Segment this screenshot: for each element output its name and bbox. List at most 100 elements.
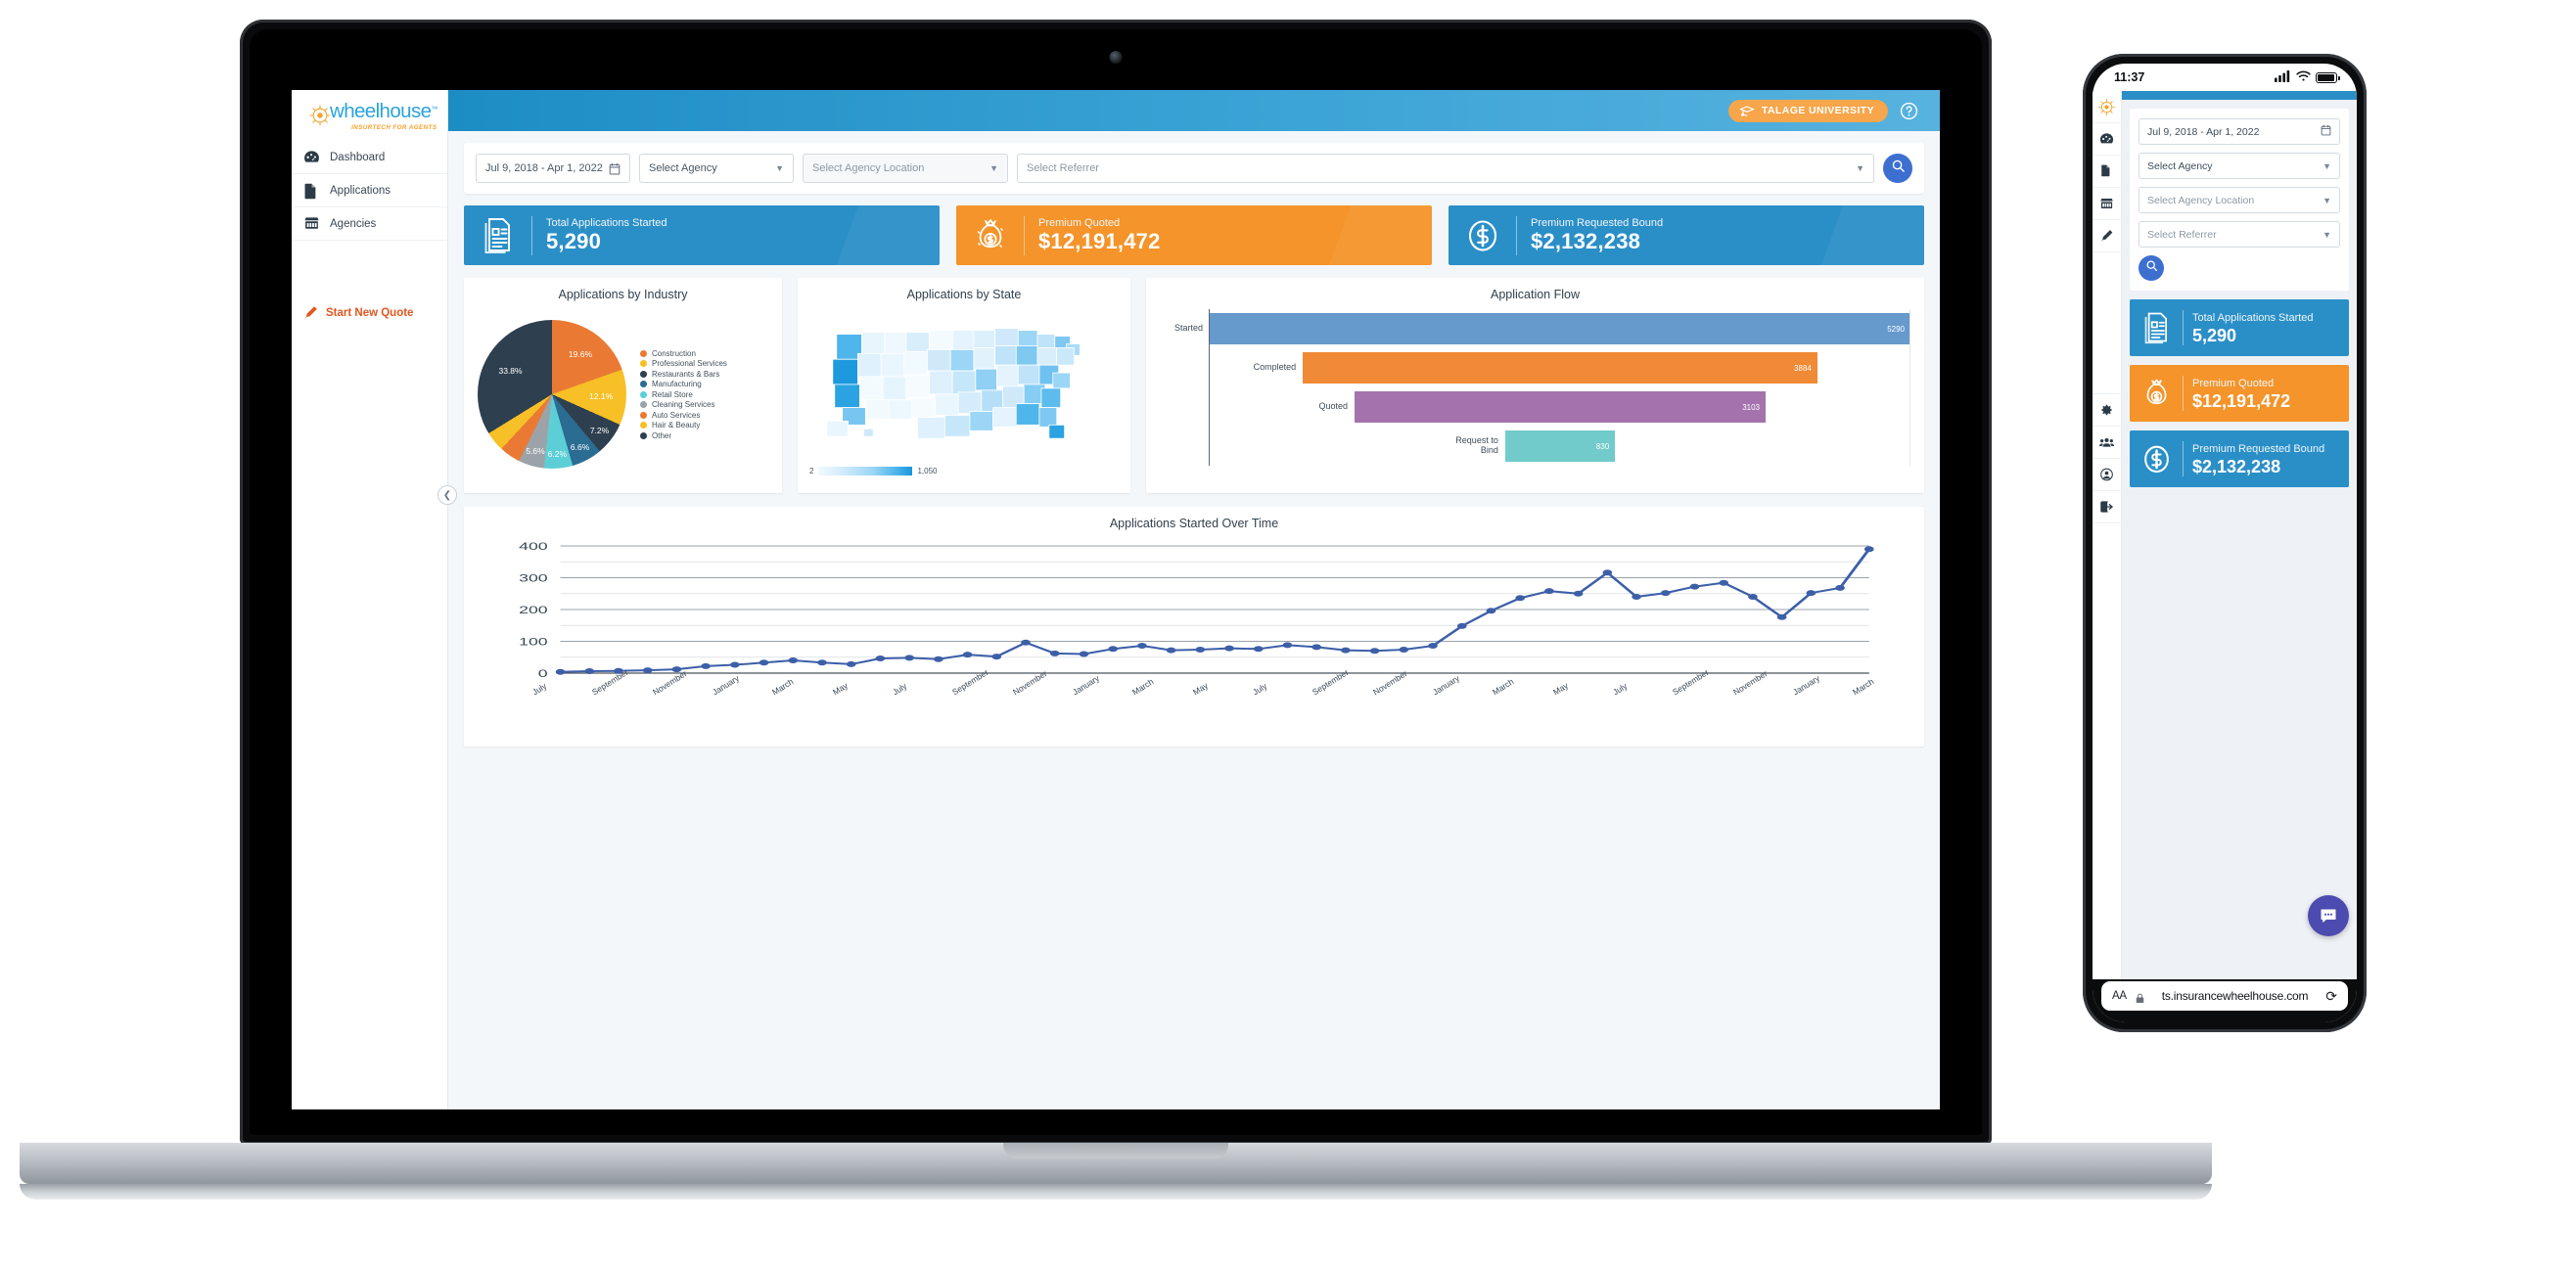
search-button[interactable]: [1883, 154, 1912, 183]
documents-icon[interactable]: [2093, 156, 2122, 188]
kpi-card-total-applications[interactable]: Total Applications Started 5,290: [464, 205, 940, 265]
line-chart[interactable]: 0 100 200 300 400: [482, 540, 1901, 687]
line-data-point[interactable]: [1195, 646, 1206, 653]
funnel-bar[interactable]: Started 5290: [1174, 313, 1910, 344]
line-data-point[interactable]: [1049, 650, 1060, 656]
line-data-point[interactable]: [991, 654, 1002, 660]
legend-item[interactable]: Professional Services: [640, 359, 727, 368]
line-data-point[interactable]: [1660, 590, 1671, 597]
line-data-point[interactable]: [584, 668, 595, 675]
line-data-point[interactable]: [1079, 651, 1089, 657]
agency-location-select[interactable]: Select Agency Location ▼: [803, 154, 1008, 183]
legend-item[interactable]: Hair & Beauty: [640, 421, 727, 430]
start-new-quote-button[interactable]: Start New Quote: [292, 295, 447, 330]
kpi-card-premium-bound[interactable]: Premium Requested Bound $2,132,238: [1449, 205, 1924, 265]
line-data-point[interactable]: [817, 659, 827, 666]
line-data-point[interactable]: [1515, 595, 1526, 602]
calendar-icon: [2321, 124, 2331, 139]
kpi-value: $12,191,472: [1038, 228, 1161, 253]
funnel-bar[interactable]: Quoted 3103: [1318, 391, 1766, 423]
account-icon[interactable]: [2093, 459, 2122, 491]
text-size-button[interactable]: AA: [2112, 990, 2127, 1002]
line-data-point[interactable]: [1863, 546, 1874, 553]
sidebar-item-agencies[interactable]: Agencies: [292, 207, 447, 241]
date-range-input[interactable]: Jul 9, 2018 - Apr 1, 2022: [476, 154, 630, 183]
kpi-card-premium-quoted[interactable]: Premium Quoted $12,191,472: [956, 205, 1432, 265]
gauge-icon[interactable]: [2093, 123, 2122, 156]
referrer-select[interactable]: Select Referrer ▼: [1017, 154, 1874, 183]
legend-item[interactable]: Other: [640, 431, 727, 440]
reload-icon[interactable]: ⟳: [2325, 988, 2337, 1005]
us-choropleth-map[interactable]: [807, 305, 1121, 450]
sidebar-collapse-button[interactable]: ❮: [437, 485, 457, 505]
phone-referrer-select[interactable]: Select Referrer ▼: [2139, 221, 2340, 248]
agency-select[interactable]: Select Agency ▼: [639, 154, 794, 183]
legend-item[interactable]: Manufacturing: [640, 380, 727, 388]
line-data-point[interactable]: [934, 656, 943, 662]
line-data-point[interactable]: [1341, 647, 1351, 654]
line-data-point[interactable]: [1137, 643, 1147, 650]
line-data-point[interactable]: [1748, 594, 1758, 600]
legend-item[interactable]: Auto Services: [640, 411, 727, 420]
line-data-point[interactable]: [1776, 613, 1787, 620]
line-data-point[interactable]: [1311, 644, 1322, 651]
line-data-point[interactable]: [904, 655, 914, 661]
phone-url-pill[interactable]: AA ts.insurancewheelhouse.com ⟳: [2101, 981, 2348, 1011]
line-data-point[interactable]: [1282, 642, 1293, 649]
line-data-point[interactable]: [642, 667, 653, 674]
line-data-point[interactable]: [1108, 646, 1118, 653]
line-data-point[interactable]: [1456, 622, 1467, 629]
pie-chart[interactable]: 19.6% 12.1% 7.2% 6.6% 6.2% 5.6% 33.8%: [478, 320, 626, 469]
line-data-point[interactable]: [730, 661, 740, 668]
sidebar-item-applications[interactable]: Applications: [292, 174, 447, 207]
wheel-logo-icon[interactable]: [2093, 91, 2122, 123]
phone-kpi-total-applications[interactable]: Total Applications Started 5,290: [2130, 299, 2349, 356]
sidebar-item-dashboard[interactable]: Dashboard: [292, 141, 447, 174]
pencil-icon[interactable]: [2093, 220, 2122, 252]
help-circle-icon[interactable]: [1900, 102, 1918, 120]
line-data-point[interactable]: [1719, 579, 1729, 586]
logout-icon[interactable]: [2093, 491, 2122, 523]
line-data-point[interactable]: [1369, 648, 1380, 655]
storefront-icon[interactable]: [2093, 188, 2122, 220]
line-data-point[interactable]: [1689, 583, 1700, 590]
line-data-point[interactable]: [1835, 584, 1845, 591]
line-data-point[interactable]: [1573, 590, 1584, 597]
line-data-point[interactable]: [701, 662, 711, 669]
phone-date-range-input[interactable]: Jul 9, 2018 - Apr 1, 2022: [2139, 118, 2340, 145]
line-data-point[interactable]: [875, 656, 886, 662]
phone-kpi-premium-quoted[interactable]: Premium Quoted $12,191,472: [2130, 365, 2349, 422]
line-data-point[interactable]: [788, 657, 799, 663]
line-data-point[interactable]: [1224, 645, 1234, 652]
line-data-point[interactable]: [1021, 639, 1031, 646]
line-data-point[interactable]: [759, 659, 769, 666]
line-data-point[interactable]: [1602, 569, 1613, 576]
line-data-point[interactable]: [1632, 594, 1641, 600]
legend-item[interactable]: Restaurants & Bars: [640, 370, 727, 379]
line-data-point[interactable]: [1166, 647, 1176, 654]
phone-agency-select[interactable]: Select Agency ▼: [2139, 153, 2340, 179]
funnel-bar[interactable]: Request to Bind 830: [1455, 430, 1616, 462]
funnel-bar[interactable]: Completed 3884: [1254, 352, 1817, 384]
brand-logo[interactable]: wheelhouse™ INSURTECH FOR AGENTS: [292, 90, 447, 141]
line-data-point[interactable]: [1428, 643, 1438, 650]
line-data-point[interactable]: [1399, 646, 1409, 653]
phone-agency-location-select[interactable]: Select Agency Location ▼: [2139, 187, 2340, 213]
funnel-chart[interactable]: Started 5290 Completed 3884 Quoted 3103 Reques…: [1174, 309, 1910, 466]
gear-icon[interactable]: [2093, 394, 2122, 427]
line-data-point[interactable]: [1253, 646, 1264, 653]
users-icon[interactable]: [2093, 427, 2122, 459]
phone-search-button[interactable]: [2139, 255, 2164, 281]
line-data-point[interactable]: [846, 660, 856, 667]
talage-university-button[interactable]: TALAGE UNIVERSITY: [1727, 99, 1888, 122]
line-data-point[interactable]: [1544, 588, 1554, 595]
legend-item[interactable]: Retail Store: [640, 390, 727, 399]
line-data-point[interactable]: [962, 652, 973, 658]
line-data-point[interactable]: [1486, 608, 1496, 614]
legend-item[interactable]: Construction: [640, 349, 727, 358]
line-data-point[interactable]: [555, 668, 566, 675]
chat-bubble-icon[interactable]: [2308, 895, 2349, 936]
phone-kpi-premium-bound[interactable]: Premium Requested Bound $2,132,238: [2130, 430, 2349, 487]
line-data-point[interactable]: [1806, 590, 1817, 597]
legend-item[interactable]: Cleaning Services: [640, 400, 727, 409]
